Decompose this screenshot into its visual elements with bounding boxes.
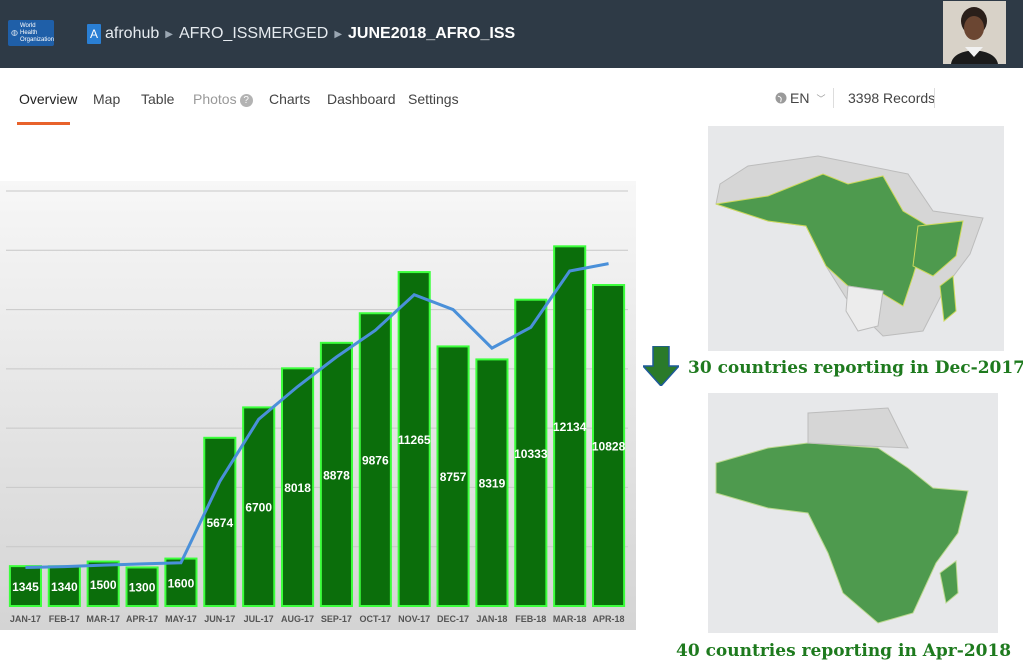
- x-tick-label: JUN-17: [204, 614, 235, 624]
- user-avatar[interactable]: [943, 1, 1006, 64]
- data-label: 8319: [479, 477, 506, 491]
- language-selector[interactable]: EN ﹀: [775, 90, 825, 106]
- x-tick-label: DEC-17: [437, 614, 469, 624]
- breadcrumb-separator-icon: ▶: [165, 28, 173, 40]
- tab-table[interactable]: Table: [141, 91, 174, 107]
- x-tick-label: FEB-17: [49, 614, 80, 624]
- data-label: 1300: [129, 581, 156, 595]
- workspace-icon: A: [87, 24, 101, 44]
- x-tick-label: AUG-17: [281, 614, 314, 624]
- data-label: 9876: [362, 454, 389, 468]
- who-logo[interactable]: World Health Organization: [8, 20, 54, 46]
- x-tick-label: MAR-17: [86, 614, 120, 624]
- map-caption-dec-2017: 30 countries reporting in Dec-2017: [688, 358, 1023, 378]
- tab-photos[interactable]: Photos?: [193, 91, 253, 107]
- x-tick-label: APR-17: [126, 614, 158, 624]
- chevron-down-icon: ﹀: [816, 93, 826, 104]
- avatar-photo: [943, 1, 1006, 64]
- data-label: 1600: [168, 576, 195, 590]
- data-label: 12134: [553, 420, 587, 434]
- tab-charts[interactable]: Charts: [269, 91, 310, 107]
- data-label: 8757: [440, 470, 467, 484]
- who-emblem-icon: [11, 29, 18, 37]
- data-label: 8878: [323, 468, 350, 482]
- data-label: 10828: [592, 440, 626, 454]
- africa-map-dec-2017: [715, 155, 984, 337]
- help-icon: ?: [239, 94, 253, 107]
- map-apr-2018: [708, 393, 998, 633]
- data-label: 6700: [245, 501, 272, 515]
- africa-map-apr-2018: [715, 407, 969, 624]
- tab-map[interactable]: Map: [93, 91, 120, 107]
- arrow-down-icon: [643, 346, 679, 386]
- x-tick-label: NOV-17: [398, 614, 430, 624]
- map-caption-apr-2018: 40 countries reporting in Apr-2018: [676, 641, 1012, 661]
- breadcrumb: A afrohub ▶ AFRO_ISSMERGED ▶ JUNE2018_AF…: [87, 22, 515, 46]
- x-tick-label: JAN-17: [10, 614, 41, 624]
- tab-settings[interactable]: Settings: [408, 91, 459, 107]
- data-label: 1345: [12, 580, 39, 594]
- breadcrumb-project[interactable]: AFRO_ISSMERGED: [179, 25, 328, 43]
- tab-dashboard[interactable]: Dashboard: [327, 91, 396, 107]
- divider: [934, 88, 935, 108]
- x-tick-label: MAR-18: [553, 614, 587, 624]
- data-label: 11265: [398, 433, 431, 447]
- data-label: 1500: [90, 578, 117, 592]
- who-logo-text: World Health Organization: [19, 22, 55, 43]
- x-tick-label: FEB-18: [515, 614, 546, 624]
- monthly-chart: 1345 1340 1500 1300 1600 5674 6700 8018 8878 9876…: [0, 181, 636, 630]
- data-label: 10333: [514, 447, 548, 461]
- breadcrumb-workspace[interactable]: afrohub: [105, 25, 159, 43]
- data-label: 8018: [284, 481, 311, 495]
- x-tick-label: APR-18: [593, 614, 625, 624]
- chart-svg: 1345 1340 1500 1300 1600 5674 6700 8018 8878 9876…: [0, 181, 636, 630]
- top-bar: World Health Organization A afrohub ▶ AF…: [0, 0, 1023, 68]
- tab-overview[interactable]: Overview: [19, 91, 77, 107]
- tab-photos-label: Photos: [193, 91, 237, 107]
- divider: [833, 88, 834, 108]
- breadcrumb-current: JUNE2018_AFRO_ISS: [348, 25, 516, 42]
- data-label: 5674: [206, 516, 233, 530]
- breadcrumb-separator-icon: ▶: [334, 28, 343, 40]
- x-tick-label: OCT-17: [360, 614, 392, 624]
- x-tick-label: JAN-18: [476, 614, 507, 624]
- active-tab-indicator: [17, 122, 70, 125]
- x-tick-label: SEP-17: [321, 614, 352, 624]
- data-label: 1340: [51, 580, 78, 594]
- map-dec-2017: [708, 126, 1004, 351]
- language-value: EN: [790, 90, 810, 106]
- x-tick-label: MAY-17: [165, 614, 197, 624]
- globe-icon: [775, 92, 787, 104]
- x-tick-label: JUL-17: [244, 614, 274, 624]
- records-count: 3398 Records: [848, 90, 936, 106]
